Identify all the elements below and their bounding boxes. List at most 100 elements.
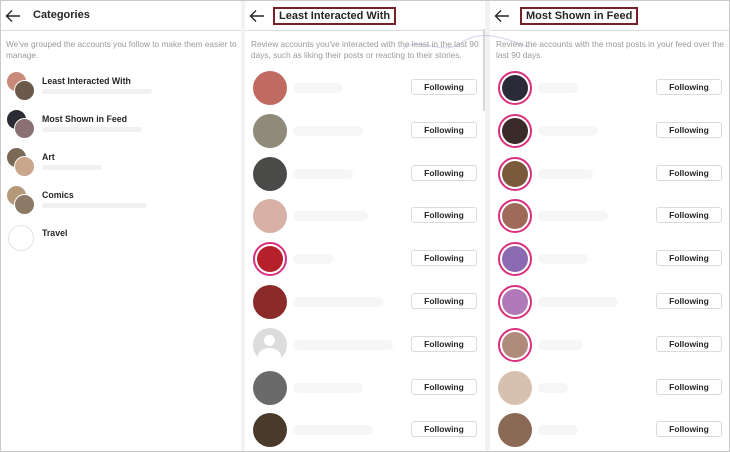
category-thumbnail xyxy=(6,109,36,139)
page-title: Most Shown in Feed xyxy=(520,7,639,25)
avatar xyxy=(14,156,35,177)
avatar[interactable] xyxy=(498,199,532,234)
avatar[interactable] xyxy=(253,327,287,362)
account-row: Following xyxy=(245,242,485,278)
category-item[interactable]: Travel xyxy=(6,223,236,253)
account-row: Following xyxy=(490,370,729,407)
account-row: Following xyxy=(490,242,729,278)
account-row: Following xyxy=(245,113,485,150)
empty-avatar-icon xyxy=(8,225,34,251)
category-label: Comics xyxy=(42,190,74,200)
default-profile-icon xyxy=(253,327,287,362)
account-row: Following xyxy=(245,370,485,407)
following-button[interactable]: Following xyxy=(656,207,722,224)
category-thumbnail xyxy=(6,71,36,101)
redacted-username xyxy=(538,168,593,179)
avatar[interactable] xyxy=(498,242,532,277)
redacted-text xyxy=(42,165,102,170)
account-row: Following xyxy=(245,71,485,107)
avatar[interactable] xyxy=(253,199,287,234)
least-interacted-panel: Least Interacted With Review accounts yo… xyxy=(245,1,485,451)
following-button[interactable]: Following xyxy=(411,164,477,181)
avatar[interactable] xyxy=(498,113,532,148)
avatar[interactable] xyxy=(253,113,287,148)
category-item[interactable]: Comics xyxy=(6,185,236,215)
avatar[interactable] xyxy=(253,370,287,405)
categories-panel: Categories We've grouped the accounts yo… xyxy=(1,1,241,451)
redacted-username xyxy=(293,297,383,307)
following-button[interactable]: Following xyxy=(656,164,722,181)
avatar[interactable] xyxy=(253,285,287,319)
following-button[interactable]: Following xyxy=(656,79,722,95)
least-interacted-header: Least Interacted With xyxy=(245,1,485,31)
following-button[interactable]: Following xyxy=(411,421,477,438)
avatar xyxy=(14,194,35,215)
avatar[interactable] xyxy=(253,71,287,105)
account-row: Following xyxy=(490,156,729,193)
following-button[interactable]: Following xyxy=(656,378,722,395)
avatar xyxy=(14,118,35,139)
following-button[interactable]: Following xyxy=(656,121,722,138)
avatar[interactable] xyxy=(498,71,532,105)
category-item[interactable]: Most Shown in Feed xyxy=(6,109,236,139)
avatar[interactable] xyxy=(253,413,287,448)
avatar[interactable] xyxy=(498,156,532,191)
redacted-username xyxy=(293,83,343,93)
avatar[interactable] xyxy=(498,370,532,405)
category-label: Travel xyxy=(42,228,68,238)
account-row: Following xyxy=(245,327,485,364)
redacted-username xyxy=(293,125,363,136)
most-shown-header: Most Shown in Feed xyxy=(490,1,729,31)
redacted-username xyxy=(293,339,393,350)
redacted-username xyxy=(293,425,373,436)
following-button[interactable]: Following xyxy=(656,335,722,352)
back-arrow-icon[interactable] xyxy=(5,9,21,23)
following-button[interactable]: Following xyxy=(411,250,477,267)
account-row: Following xyxy=(490,113,729,150)
categories-header: Categories xyxy=(1,1,241,31)
account-row: Following xyxy=(490,199,729,235)
redacted-username xyxy=(538,125,598,136)
screenshot-frame: Categories We've grouped the accounts yo… xyxy=(0,0,730,452)
category-label: Least Interacted With xyxy=(42,76,131,86)
avatar[interactable] xyxy=(498,413,532,448)
back-arrow-icon[interactable] xyxy=(249,9,265,23)
back-arrow-icon[interactable] xyxy=(494,9,510,23)
most-shown-panel: Most Shown in Feed Review the accounts w… xyxy=(490,1,729,451)
avatar[interactable] xyxy=(498,327,532,362)
redacted-username xyxy=(538,339,583,350)
category-thumbnail xyxy=(6,147,36,177)
account-row: Following xyxy=(245,199,485,235)
redacted-username xyxy=(293,382,363,393)
redacted-text xyxy=(42,203,147,208)
redacted-username xyxy=(538,211,608,222)
categories-description: We've grouped the accounts you follow to… xyxy=(6,39,237,60)
redacted-username xyxy=(293,211,368,222)
redacted-text xyxy=(42,89,152,94)
page-title: Least Interacted With xyxy=(273,7,397,25)
following-button[interactable]: Following xyxy=(411,378,477,395)
redacted-username xyxy=(293,168,353,179)
avatar[interactable] xyxy=(498,285,532,319)
account-row: Following xyxy=(490,285,729,321)
category-label: Art xyxy=(42,152,55,162)
redacted-username xyxy=(293,254,333,265)
avatar[interactable] xyxy=(253,242,287,277)
following-button[interactable]: Following xyxy=(411,335,477,352)
watermark-scribble xyxy=(402,34,530,50)
following-button[interactable]: Following xyxy=(411,121,477,138)
account-row: Following xyxy=(490,413,729,449)
following-button[interactable]: Following xyxy=(656,293,722,309)
account-row: Following xyxy=(245,285,485,321)
following-button[interactable]: Following xyxy=(411,79,477,95)
following-button[interactable]: Following xyxy=(656,250,722,267)
category-item[interactable]: Art xyxy=(6,147,236,177)
following-button[interactable]: Following xyxy=(411,207,477,224)
following-button[interactable]: Following xyxy=(411,293,477,309)
avatar[interactable] xyxy=(253,156,287,191)
category-item[interactable]: Least Interacted With xyxy=(6,71,236,101)
category-thumbnail xyxy=(6,223,36,253)
redacted-username xyxy=(538,382,568,393)
redacted-username xyxy=(538,297,618,307)
following-button[interactable]: Following xyxy=(656,421,722,438)
